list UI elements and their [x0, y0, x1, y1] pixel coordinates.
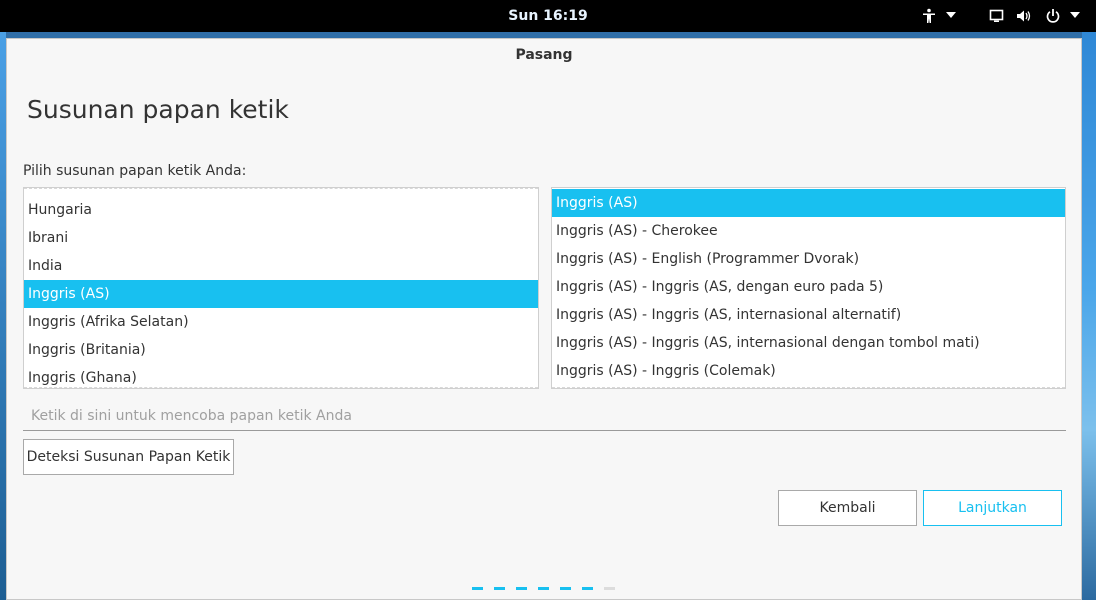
list-item[interactable]: Hungaria — [24, 196, 538, 224]
list-item-selected[interactable]: Inggris (AS) — [552, 189, 1065, 217]
chevron-down-icon[interactable] — [946, 12, 956, 28]
next-button[interactable]: Lanjutkan — [923, 490, 1062, 526]
installer-window: Pasang Susunan papan ketik Pilih susunan… — [6, 38, 1082, 600]
progress-step-complete — [516, 587, 527, 590]
window-title: Pasang — [515, 47, 573, 63]
page-title: Susunan papan ketik — [27, 95, 289, 124]
list-item[interactable]: Inggris (AS) - Cherokee — [552, 217, 1065, 245]
list-item[interactable]: India — [24, 252, 538, 280]
power-icon[interactable] — [1045, 8, 1061, 24]
list-item[interactable]: Inggris (AS) - Inggris (AS, dengan euro … — [552, 273, 1065, 301]
list-item[interactable]: Ibrani — [24, 224, 538, 252]
list-divider — [552, 387, 1065, 388]
detect-layout-button[interactable]: Deteksi Susunan Papan Ketik — [23, 439, 234, 475]
progress-step-pending — [604, 587, 615, 590]
progress-step-complete — [560, 587, 571, 590]
progress-step-complete — [472, 587, 483, 590]
variant-list[interactable]: Inggris (AS) Inggris (AS) - Cherokee Ing… — [551, 187, 1066, 389]
layout-list[interactable]: Hungaria Ibrani India Inggris (AS) Inggr… — [23, 187, 539, 389]
accessibility-icon[interactable] — [921, 8, 937, 24]
back-button[interactable]: Kembali — [778, 490, 917, 526]
list-item[interactable]: Inggris (AS) - Inggris (AS, internasiona… — [552, 301, 1065, 329]
list-item[interactable]: Inggris (Afrika Selatan) — [24, 308, 538, 336]
list-item[interactable]: Inggris (AS) - English (Programmer Dvora… — [552, 245, 1065, 273]
progress-step-complete — [582, 587, 593, 590]
chevron-down-icon[interactable] — [1070, 12, 1080, 28]
list-item-selected[interactable]: Inggris (AS) — [24, 280, 538, 308]
list-item[interactable]: Inggris (AS) - Inggris (Colemak) — [552, 357, 1065, 385]
screen-icon[interactable] — [989, 8, 1005, 24]
list-item[interactable]: Inggris (Ghana) — [24, 364, 538, 388]
desktop-background — [1082, 32, 1096, 600]
progress-step-complete — [538, 587, 549, 590]
top-bar: Sun 16:19 — [0, 0, 1096, 32]
layout-prompt-label: Pilih susunan papan ketik Anda: — [23, 163, 247, 179]
progress-step-complete — [494, 587, 505, 590]
keyboard-test-input[interactable] — [23, 401, 1066, 431]
list-item[interactable]: Inggris (AS) - Inggris (AS, internasiona… — [552, 329, 1065, 357]
volume-icon[interactable] — [1016, 8, 1032, 24]
list-divider — [24, 387, 538, 388]
list-item[interactable]: Inggris (Britania) — [24, 336, 538, 364]
